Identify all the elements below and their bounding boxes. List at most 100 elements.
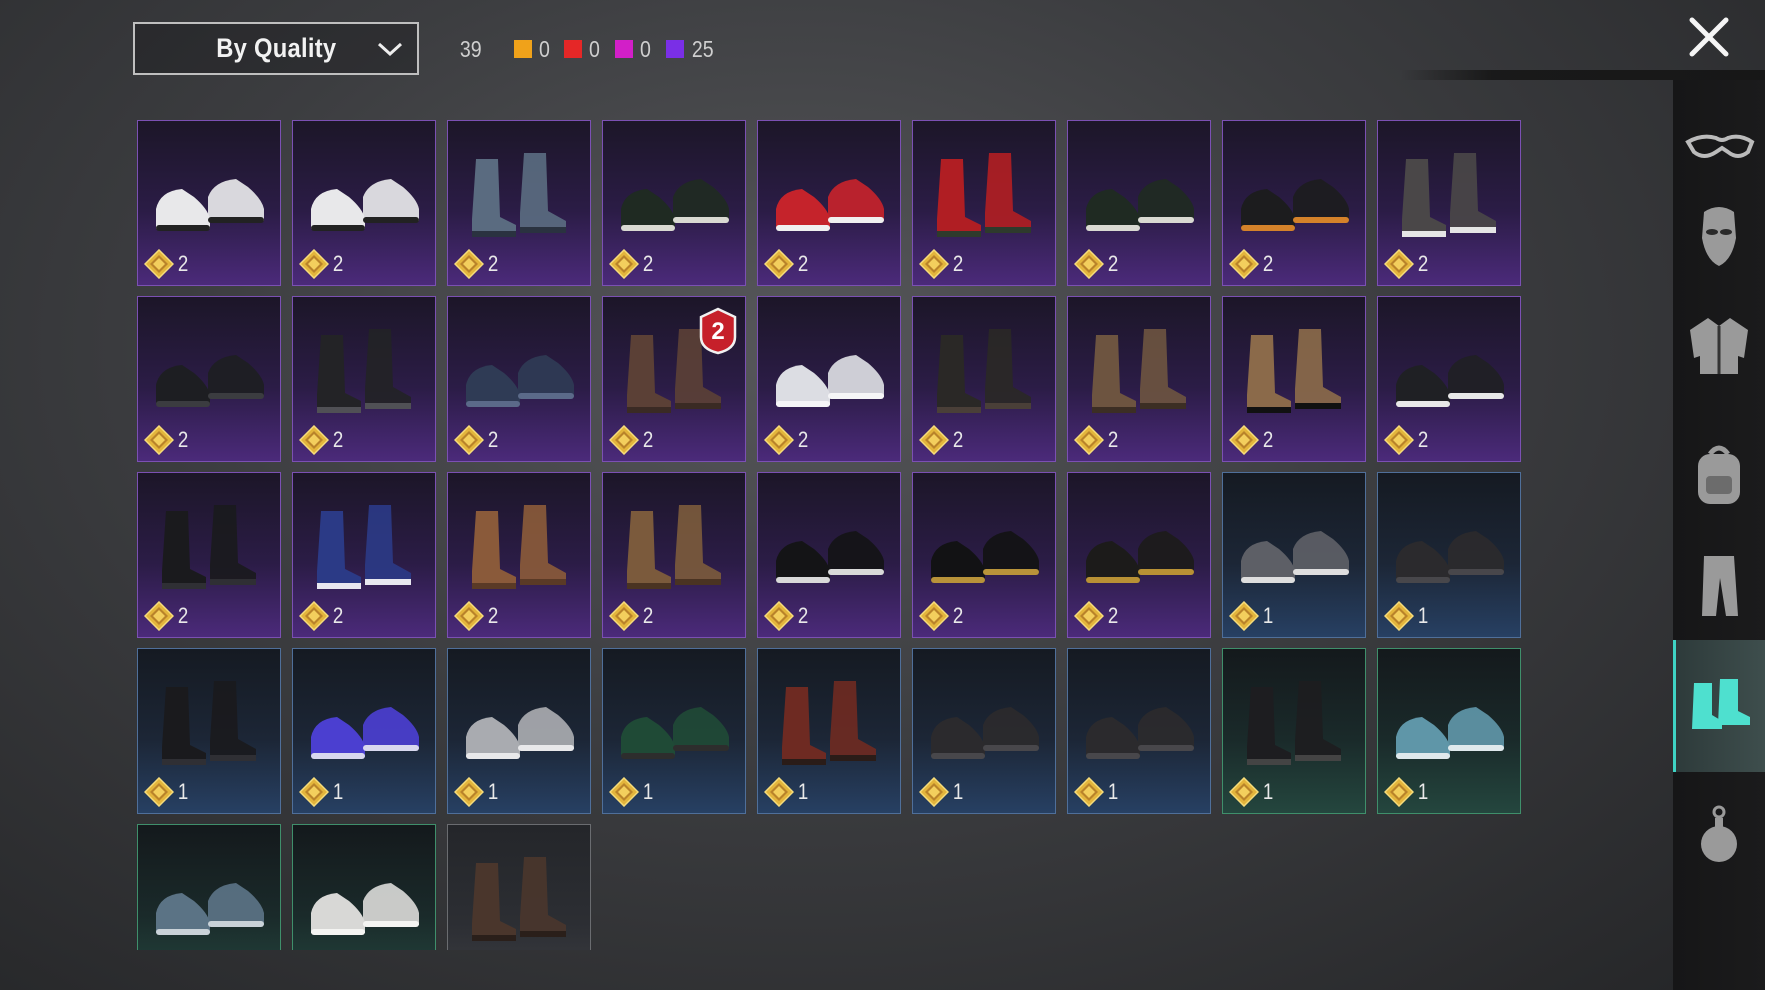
- item-tile[interactable]: 1: [137, 648, 281, 814]
- item-tile[interactable]: 2: [1222, 296, 1366, 462]
- coin-icon: [144, 425, 174, 455]
- coin-icon: [1229, 777, 1259, 807]
- item-tile[interactable]: [137, 824, 281, 950]
- sidebar-item-shoes[interactable]: [1673, 640, 1765, 772]
- item-cost: 2: [299, 425, 344, 455]
- shoe-icon: [1247, 681, 1341, 765]
- item-tile[interactable]: 2: [292, 296, 436, 462]
- level-badge-icon: 2: [699, 307, 737, 355]
- item-cost: 1: [299, 777, 344, 807]
- item-tile[interactable]: 2: [1377, 296, 1521, 462]
- sort-dropdown-label: By Quality: [215, 33, 337, 63]
- shoe-icon: [1241, 179, 1349, 231]
- shoe-icon: [776, 531, 884, 583]
- item-tile[interactable]: 2: [757, 472, 901, 638]
- item-cost-value: 1: [1107, 779, 1119, 804]
- shoe-icon: [1247, 329, 1341, 413]
- item-tile[interactable]: 2: [602, 120, 746, 286]
- coin-icon: [609, 601, 639, 631]
- shoe-icon: [162, 505, 256, 589]
- item-cost: 2: [144, 601, 189, 631]
- item-tile[interactable]: 2: [447, 296, 591, 462]
- coin-icon: [1074, 777, 1104, 807]
- quality-count-value: 0: [640, 35, 652, 62]
- shoe-icon: [1396, 531, 1504, 583]
- shoe-icon: [937, 329, 1031, 413]
- coin-icon: [609, 425, 639, 455]
- shoe-icon: [472, 857, 566, 941]
- item-tile[interactable]: 2: [912, 472, 1056, 638]
- shoe-icon: [621, 707, 729, 759]
- item-tile[interactable]: [292, 824, 436, 950]
- item-cost-value: 2: [952, 251, 964, 276]
- shoe-icon: [782, 681, 876, 765]
- sidebar-item-pants[interactable]: [1673, 520, 1765, 650]
- item-tile[interactable]: 2: [292, 472, 436, 638]
- shoe-icon: [627, 505, 721, 589]
- coin-icon: [764, 425, 794, 455]
- item-tile[interactable]: 1: [1222, 472, 1366, 638]
- item-tile[interactable]: 2: [757, 296, 901, 462]
- item-tile[interactable]: 1: [1377, 648, 1521, 814]
- coin-icon: [1074, 249, 1104, 279]
- item-tile[interactable]: 2: [912, 296, 1056, 462]
- item-tile[interactable]: 2: [292, 120, 436, 286]
- jacket-icon: [1690, 318, 1748, 374]
- item-tile[interactable]: 2: [1377, 120, 1521, 286]
- item-tile[interactable]: 2: [1067, 472, 1211, 638]
- item-cost: 2: [609, 601, 654, 631]
- pants-icon: [1702, 556, 1738, 616]
- sidebar-item-grenade[interactable]: [1673, 770, 1765, 900]
- close-icon[interactable]: [1686, 14, 1732, 60]
- item-cost-value: 1: [1417, 779, 1429, 804]
- item-tile[interactable]: 2: [137, 296, 281, 462]
- coin-icon: [1384, 601, 1414, 631]
- sort-dropdown[interactable]: By Quality: [133, 22, 419, 75]
- shoe-icon: [1396, 355, 1504, 407]
- item-tile[interactable]: 2 2: [602, 296, 746, 462]
- coin-icon: [299, 777, 329, 807]
- item-tile[interactable]: 2: [757, 120, 901, 286]
- item-tile[interactable]: 2: [447, 472, 591, 638]
- item-tile[interactable]: 2: [1067, 120, 1211, 286]
- item-tile[interactable]: 2: [1222, 120, 1366, 286]
- item-tile[interactable]: [447, 824, 591, 950]
- item-cost-value: 2: [487, 251, 499, 276]
- item-tile[interactable]: 2: [1067, 296, 1211, 462]
- item-cost: 1: [144, 777, 189, 807]
- shoe-icon: [621, 179, 729, 231]
- item-cost-value: 2: [797, 251, 809, 276]
- item-tile[interactable]: 1: [1222, 648, 1366, 814]
- item-tile[interactable]: 2: [137, 472, 281, 638]
- shoe-icon: [1092, 329, 1186, 413]
- item-tile[interactable]: 2: [137, 120, 281, 286]
- item-cost-value: 2: [177, 251, 189, 276]
- item-tile[interactable]: 2: [912, 120, 1056, 286]
- shoe-icon: [1396, 707, 1504, 759]
- item-cost: 2: [1384, 249, 1429, 279]
- item-tile[interactable]: 1: [1377, 472, 1521, 638]
- item-tile[interactable]: 1: [447, 648, 591, 814]
- coin-icon: [454, 601, 484, 631]
- item-cost-value: 2: [1262, 427, 1274, 452]
- item-cost: 2: [764, 249, 809, 279]
- item-cost: 2: [454, 425, 499, 455]
- item-tile[interactable]: 2: [602, 472, 746, 638]
- quality-swatch-purple: [665, 40, 684, 58]
- item-tile[interactable]: 1: [1067, 648, 1211, 814]
- item-cost: 2: [144, 249, 189, 279]
- item-tile[interactable]: 1: [757, 648, 901, 814]
- item-grid: 2 2 2 2 2 2 2 2 2 2 2 2 2 2 2 2 2 2 2 2 …: [137, 120, 1537, 950]
- item-tile[interactable]: 1: [292, 648, 436, 814]
- sidebar-item-jacket[interactable]: [1673, 280, 1765, 410]
- backpack-icon: [1698, 445, 1740, 504]
- shoe-icon: [1086, 179, 1194, 231]
- shoe-icon: [317, 329, 411, 413]
- item-tile[interactable]: 1: [602, 648, 746, 814]
- coin-icon: [1384, 777, 1414, 807]
- item-tile[interactable]: 2: [447, 120, 591, 286]
- item-cost: 2: [919, 249, 964, 279]
- item-cost-value: 1: [177, 779, 189, 804]
- item-tile[interactable]: 1: [912, 648, 1056, 814]
- shoes-icon: [1692, 679, 1750, 729]
